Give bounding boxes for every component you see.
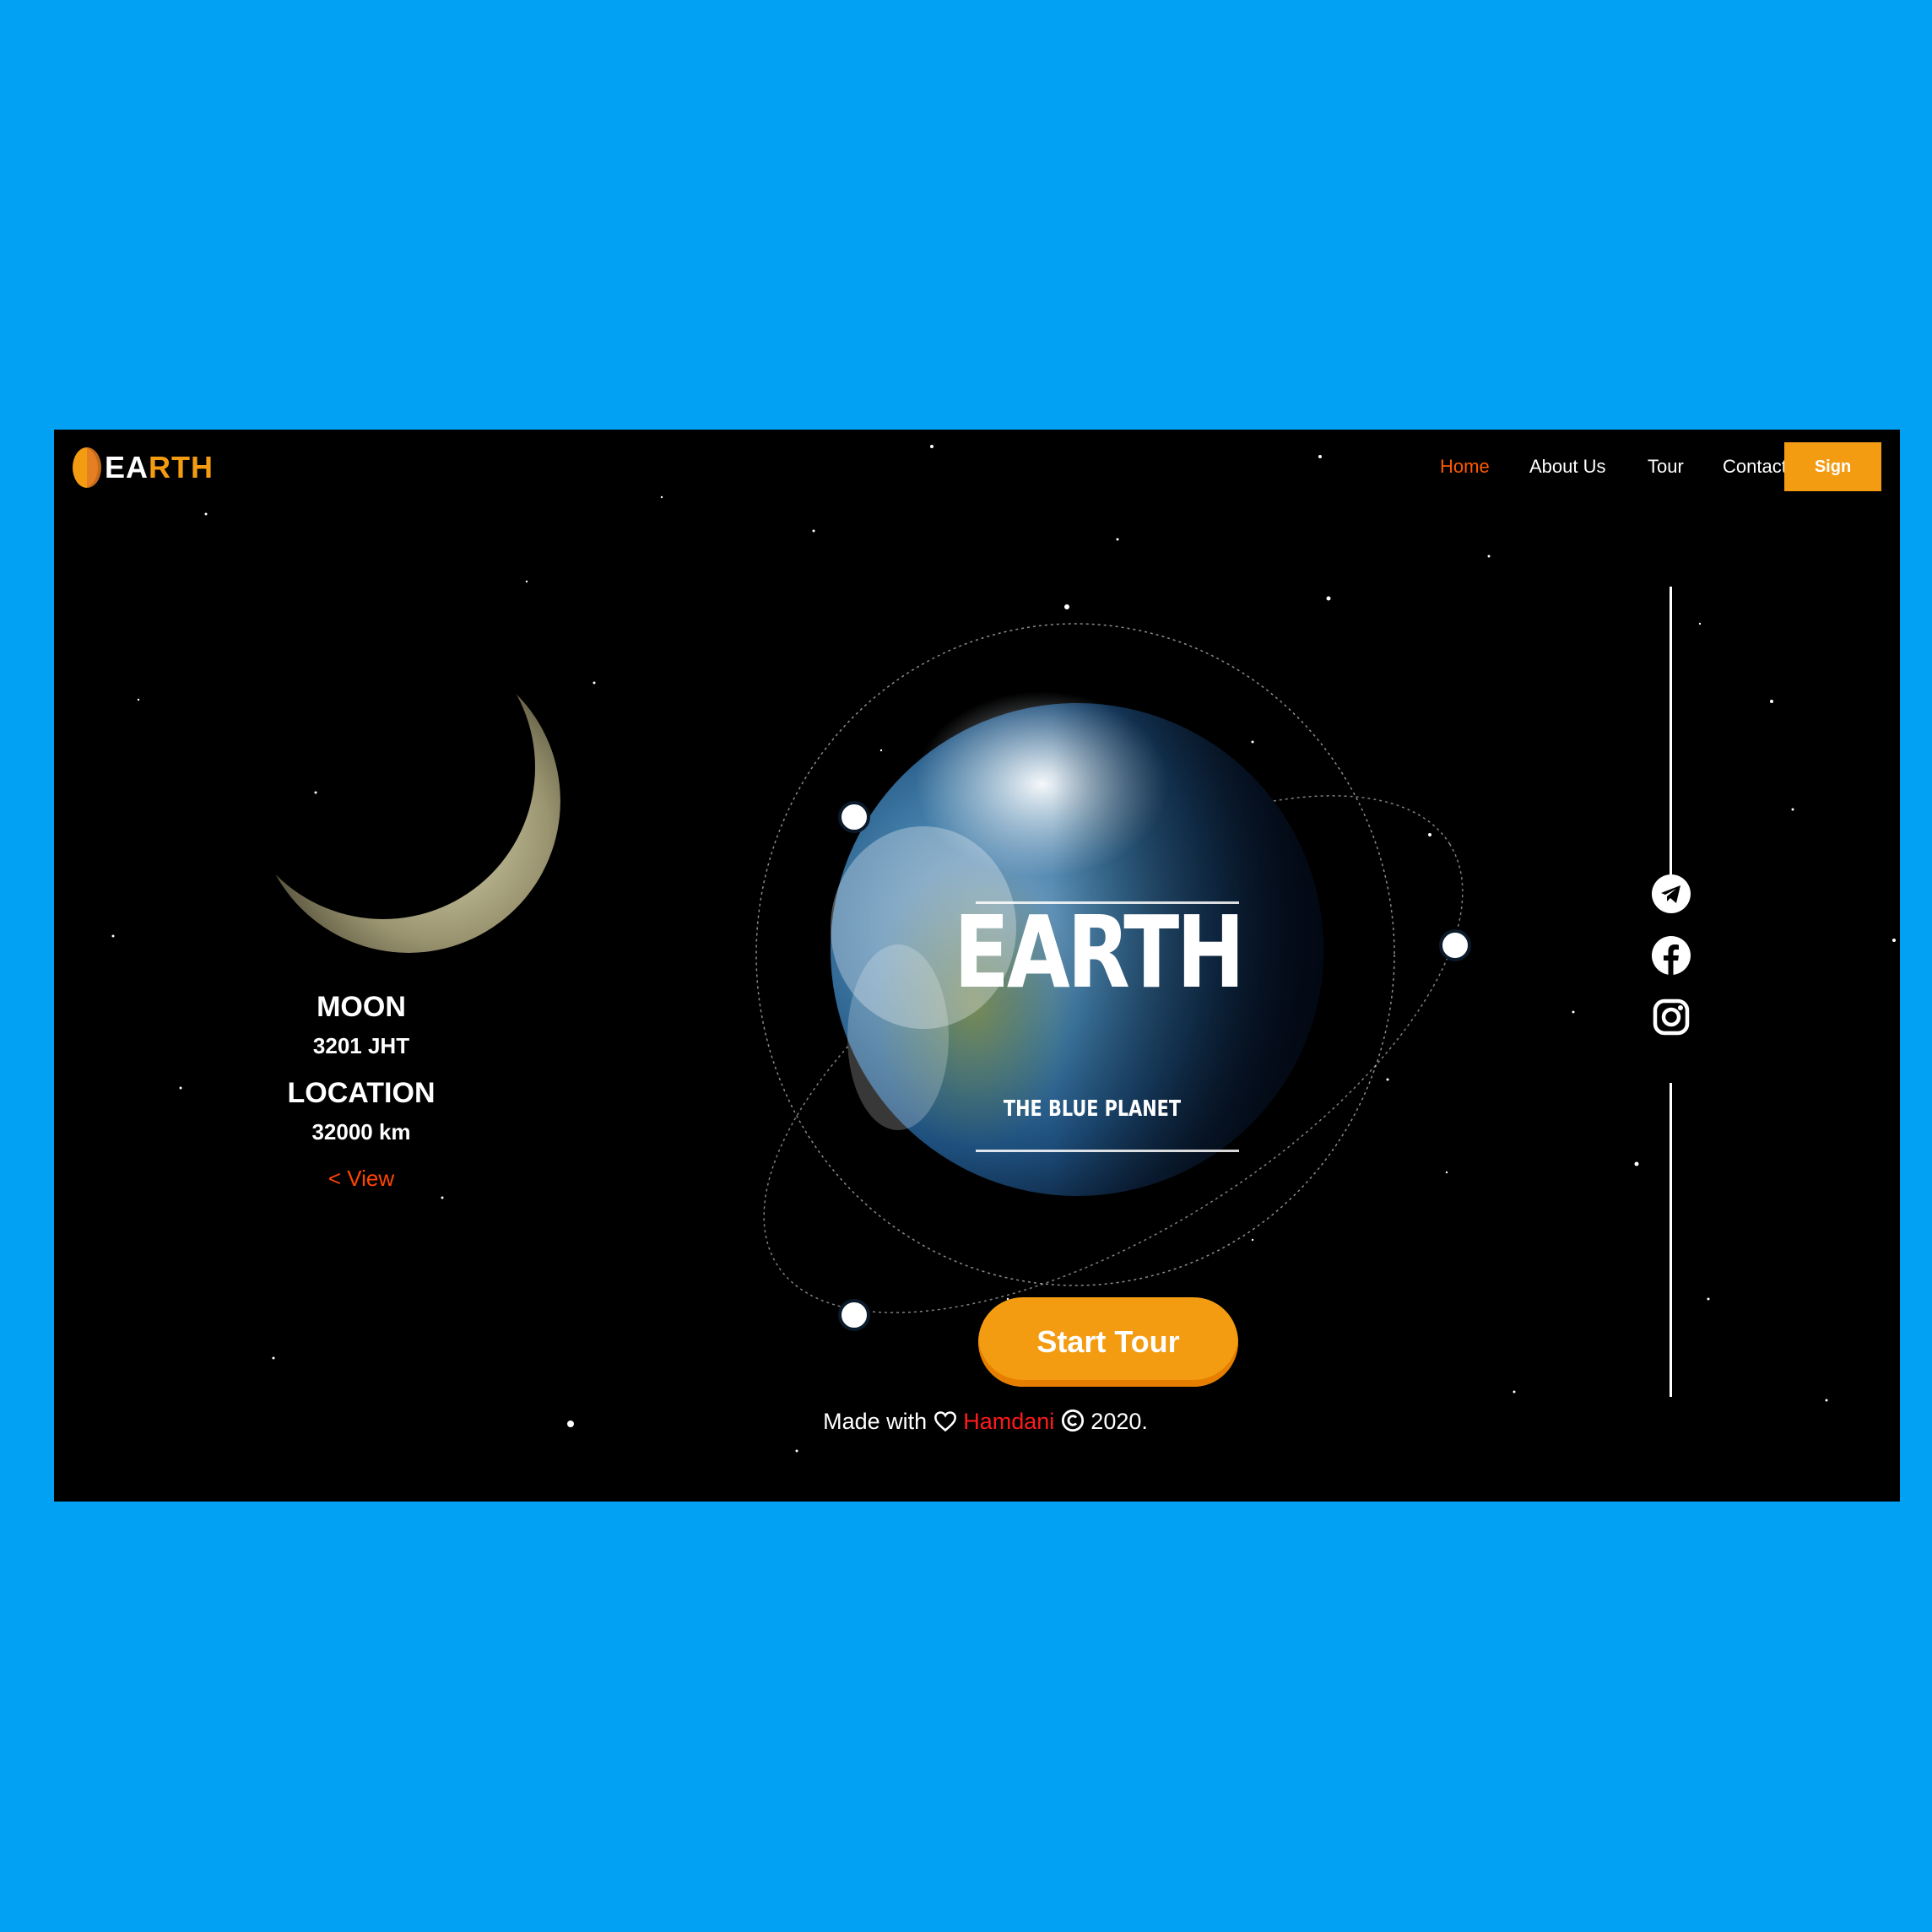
- hero-title: EARTH: [954, 894, 1245, 1010]
- moon-image: [257, 649, 560, 953]
- moon-label: MOON: [317, 991, 406, 1023]
- location-value: 32000 km: [311, 1119, 411, 1145]
- footer-suffix: 2020.: [1090, 1409, 1148, 1434]
- heart-icon: [934, 1411, 956, 1432]
- start-tour-button[interactable]: Start Tour: [978, 1297, 1238, 1387]
- copyright-icon: [1061, 1409, 1084, 1432]
- logo-text-white: EA: [105, 450, 149, 484]
- social-rail-top-line: [1670, 587, 1672, 892]
- instagram-icon[interactable]: [1651, 997, 1691, 1037]
- logo-text-orange: RTH: [149, 450, 214, 484]
- nav-tour[interactable]: Tour: [1648, 450, 1684, 484]
- moon-info-panel: MOON 3201 JHT LOCATION 32000 km < View: [248, 987, 474, 1192]
- footer-credit: Made with Hamdani 2020.: [54, 1409, 1900, 1435]
- social-rail-bottom-line: [1670, 1083, 1672, 1397]
- view-link[interactable]: < View: [248, 1166, 474, 1192]
- logo-moon-mark: [73, 447, 101, 488]
- facebook-icon[interactable]: [1651, 935, 1691, 976]
- logo[interactable]: EARTH: [73, 446, 214, 489]
- hero-subtitle: THE BLUE PLANET: [1003, 1096, 1182, 1122]
- sign-button[interactable]: Sign: [1784, 442, 1881, 491]
- telegram-icon[interactable]: [1651, 874, 1691, 914]
- footer-prefix: Made with: [823, 1409, 928, 1434]
- location-label: LOCATION: [287, 1077, 436, 1109]
- moon-value: 3201 JHT: [312, 1033, 410, 1058]
- nav-home[interactable]: Home: [1440, 450, 1490, 484]
- title-rule-bottom: [976, 1150, 1239, 1152]
- website-frame: EARTH Home About Us Tour Contact Us Sign…: [54, 430, 1900, 1502]
- footer-author[interactable]: Hamdani: [963, 1409, 1054, 1434]
- nav-about-us[interactable]: About Us: [1529, 450, 1606, 484]
- logo-text: EARTH: [105, 452, 214, 483]
